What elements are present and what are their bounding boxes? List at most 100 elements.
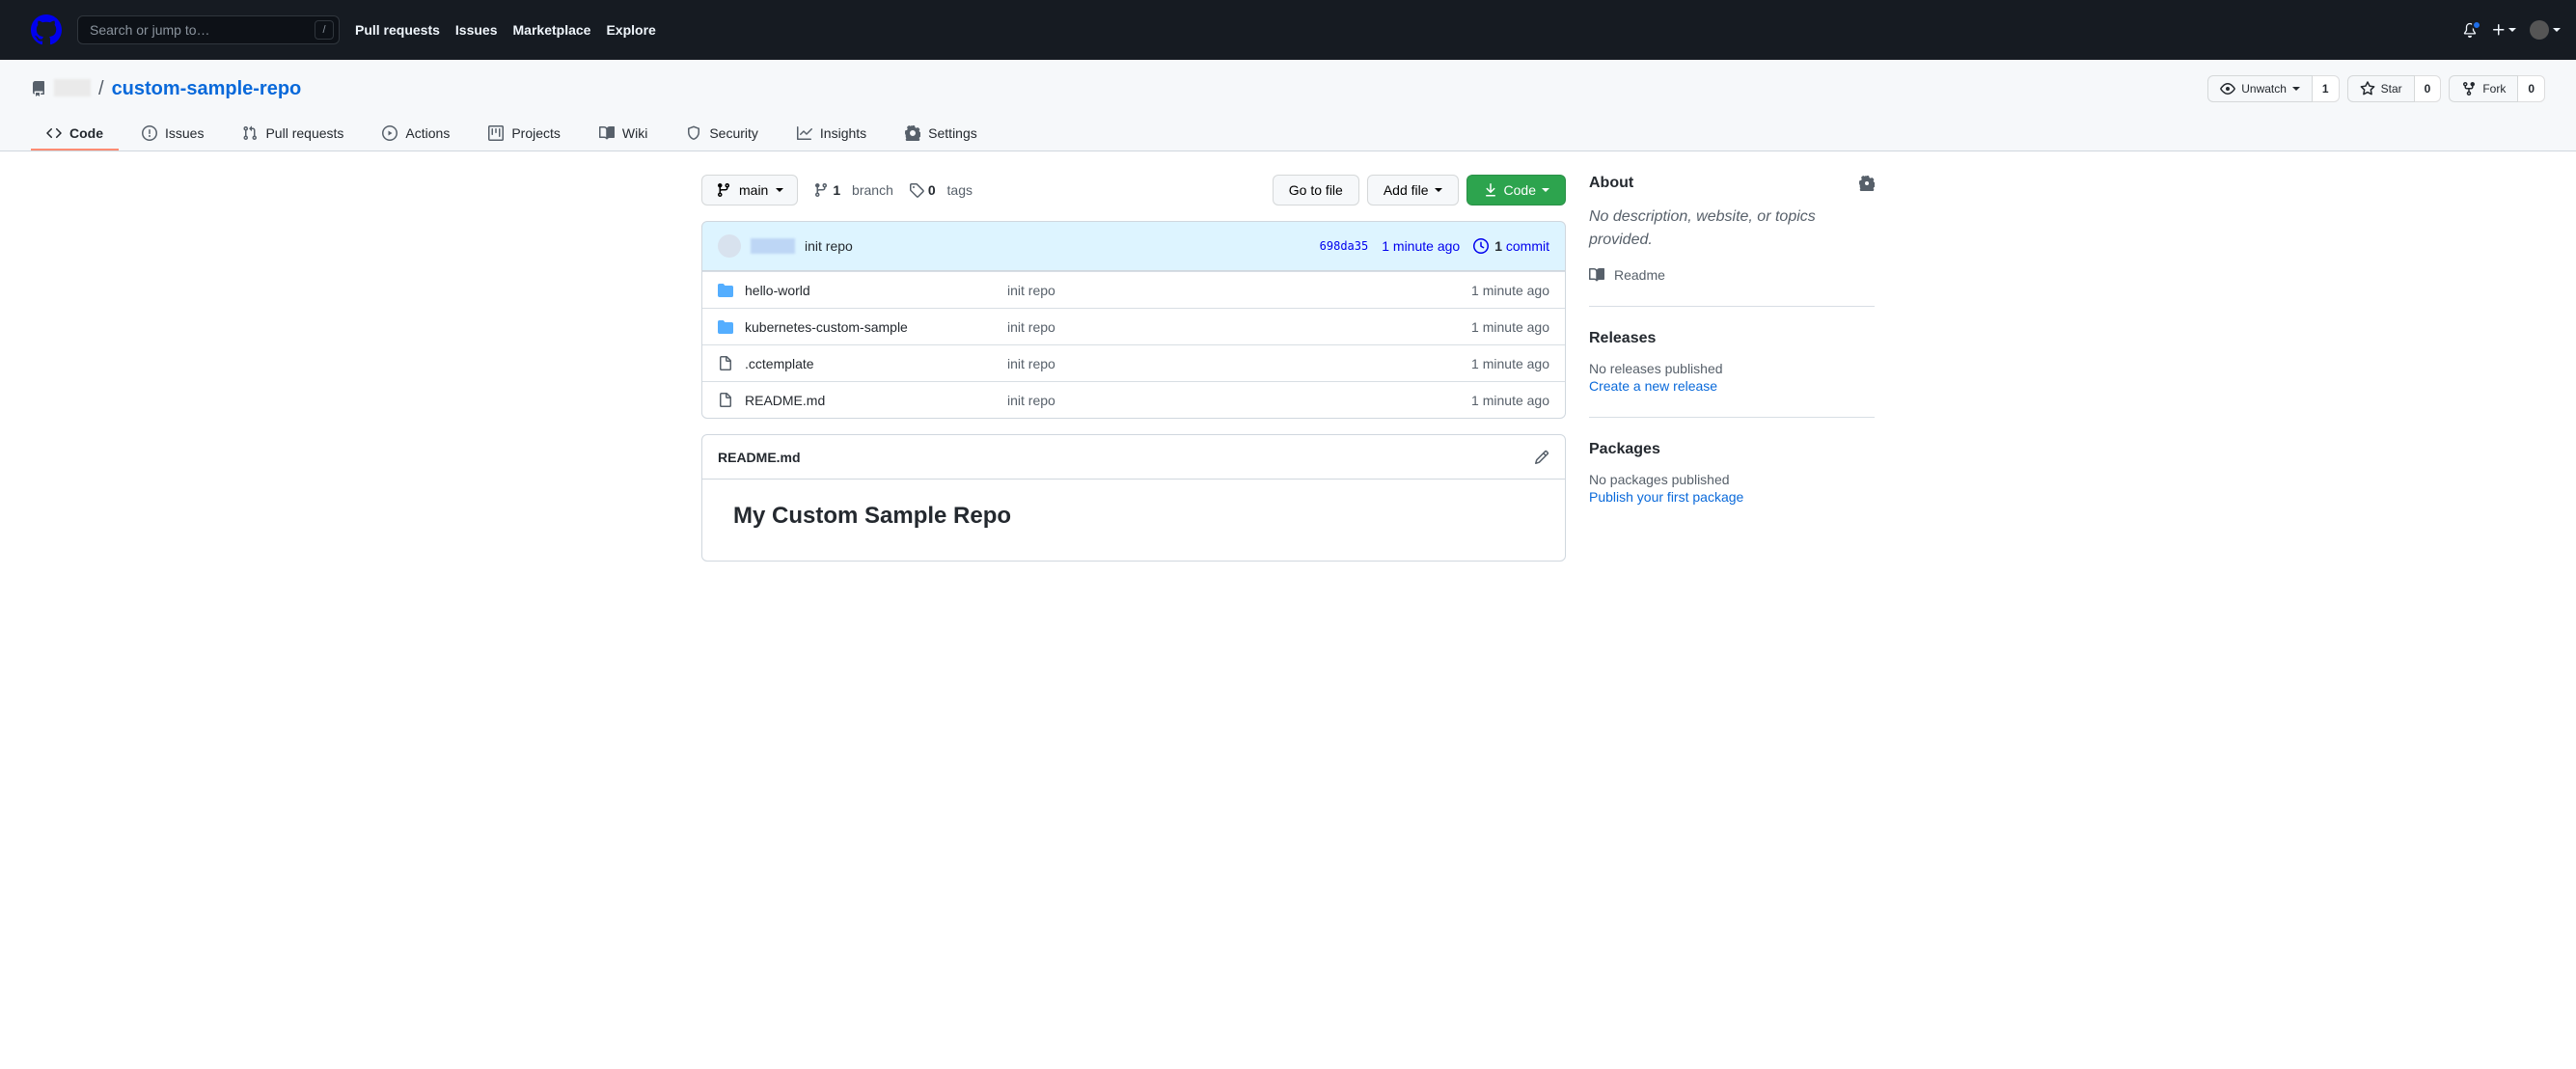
- notifications-button[interactable]: [2462, 22, 2478, 38]
- caret-down-icon: [1542, 188, 1549, 192]
- tab-projects[interactable]: Projects: [473, 118, 576, 151]
- github-logo[interactable]: [31, 14, 62, 45]
- watch-count[interactable]: 1: [2313, 75, 2340, 102]
- main-column: main 1 branch 0 tags Go to file Add file…: [701, 175, 1566, 562]
- nav-explore[interactable]: Explore: [606, 22, 655, 38]
- readme-header: README.md: [702, 435, 1565, 480]
- repo-name-link[interactable]: custom-sample-repo: [112, 78, 302, 100]
- unwatch-label: Unwatch: [2241, 82, 2287, 96]
- tab-insights-label: Insights: [820, 125, 866, 141]
- readme-box: README.md My Custom Sample Repo: [701, 434, 1566, 562]
- file-link[interactable]: README.md: [745, 393, 825, 408]
- file-commit-message[interactable]: init repo: [1007, 393, 1395, 408]
- commits-count-label: commit: [1506, 238, 1549, 254]
- publish-package-link[interactable]: Publish your first package: [1589, 489, 1743, 505]
- packages-empty-text: No packages published: [1589, 472, 1875, 487]
- file-commit-message[interactable]: init repo: [1007, 356, 1395, 371]
- tab-settings[interactable]: Settings: [890, 118, 993, 151]
- tab-projects-label: Projects: [511, 125, 561, 141]
- star-count[interactable]: 0: [2415, 75, 2442, 102]
- about-heading: About: [1589, 175, 1875, 192]
- create-release-link[interactable]: Create a new release: [1589, 378, 1717, 394]
- tab-security[interactable]: Security: [671, 118, 774, 151]
- star-label: Star: [2381, 82, 2402, 96]
- tab-issues-label: Issues: [165, 125, 204, 141]
- tab-actions-label: Actions: [405, 125, 450, 141]
- file-icon: [718, 356, 733, 371]
- releases-section: Releases No releases published Create a …: [1589, 330, 1875, 418]
- path-separator: /: [98, 78, 104, 100]
- repo-header: / custom-sample-repo Unwatch 1 Star 0: [0, 60, 2576, 151]
- commit-sha[interactable]: 698da35: [1320, 239, 1369, 253]
- tab-pull-requests[interactable]: Pull requests: [227, 118, 359, 151]
- tags-link[interactable]: 0 tags: [909, 182, 973, 198]
- releases-empty-text: No releases published: [1589, 361, 1875, 376]
- tab-actions[interactable]: Actions: [367, 118, 465, 151]
- file-link[interactable]: hello-world: [745, 283, 810, 298]
- branches-link[interactable]: 1 branch: [813, 182, 893, 198]
- commit-author-avatar[interactable]: [718, 234, 741, 258]
- file-link[interactable]: .cctemplate: [745, 356, 814, 371]
- releases-heading: Releases: [1589, 330, 1875, 347]
- repo-nav: Code Issues Pull requests Actions Projec…: [31, 118, 2545, 151]
- commits-count-link[interactable]: 1 commit: [1473, 238, 1549, 254]
- code-download-button[interactable]: Code: [1466, 175, 1566, 206]
- file-link[interactable]: kubernetes-custom-sample: [745, 319, 908, 335]
- tab-wiki[interactable]: Wiki: [584, 118, 663, 151]
- file-name-cell: README.md: [718, 393, 1007, 408]
- branch-name: main: [739, 182, 768, 198]
- nav-marketplace[interactable]: Marketplace: [513, 22, 591, 38]
- create-new-menu[interactable]: [2491, 22, 2516, 38]
- nav-pull-requests[interactable]: Pull requests: [355, 22, 440, 38]
- commit-time[interactable]: 1 minute ago: [1382, 238, 1460, 254]
- tab-settings-label: Settings: [928, 125, 977, 141]
- branch-select-button[interactable]: main: [701, 175, 798, 206]
- file-time: 1 minute ago: [1395, 356, 1549, 371]
- readme-filename: README.md: [718, 450, 801, 465]
- caret-down-icon: [776, 188, 783, 192]
- global-nav: Pull requests Issues Marketplace Explore: [355, 22, 656, 38]
- star-button[interactable]: Star: [2347, 75, 2415, 102]
- about-settings-button[interactable]: [1859, 175, 1875, 192]
- folder-icon: [718, 283, 733, 298]
- readme-edit-button[interactable]: [1534, 450, 1549, 465]
- nav-issues[interactable]: Issues: [455, 22, 498, 38]
- packages-heading: Packages: [1589, 441, 1875, 458]
- file-commit-message[interactable]: init repo: [1007, 319, 1395, 335]
- tab-insights[interactable]: Insights: [781, 118, 882, 151]
- owner-link[interactable]: [54, 79, 91, 99]
- tags-count: 0: [928, 182, 936, 198]
- add-file-button[interactable]: Add file: [1367, 175, 1459, 206]
- file-row: README.mdinit repo1 minute ago: [702, 381, 1565, 418]
- about-section: About No description, website, or topics…: [1589, 175, 1875, 307]
- folder-icon: [718, 319, 733, 335]
- caret-down-icon: [2553, 28, 2561, 32]
- file-commit-message[interactable]: init repo: [1007, 283, 1395, 298]
- readme-heading: My Custom Sample Repo: [733, 503, 1534, 530]
- file-actions: Go to file Add file Code: [1273, 175, 1566, 206]
- commit-author-link[interactable]: [751, 238, 795, 254]
- tab-pr-label: Pull requests: [265, 125, 343, 141]
- unwatch-button[interactable]: Unwatch: [2207, 75, 2313, 102]
- tab-issues[interactable]: Issues: [126, 118, 219, 151]
- file-name-cell: .cctemplate: [718, 356, 1007, 371]
- latest-commit-message[interactable]: init repo: [805, 238, 853, 254]
- file-table: hello-worldinit repo1 minute agokubernet…: [701, 271, 1566, 419]
- fork-label: Fork: [2482, 82, 2506, 96]
- branches-label: branch: [852, 182, 893, 198]
- fork-button[interactable]: Fork: [2449, 75, 2518, 102]
- packages-section: Packages No packages published Publish y…: [1589, 441, 1875, 528]
- tags-label: tags: [947, 182, 973, 198]
- user-menu[interactable]: [2530, 20, 2561, 40]
- tab-code[interactable]: Code: [31, 118, 119, 151]
- repo-title-row: / custom-sample-repo Unwatch 1 Star 0: [31, 75, 2545, 102]
- fork-count[interactable]: 0: [2518, 75, 2545, 102]
- search-input[interactable]: [77, 15, 340, 44]
- file-name-cell: kubernetes-custom-sample: [718, 319, 1007, 335]
- about-description: No description, website, or topics provi…: [1589, 206, 1875, 252]
- readme-sidebar-link[interactable]: Readme: [1589, 267, 1875, 283]
- file-row: hello-worldinit repo1 minute ago: [702, 271, 1565, 308]
- file-row: .cctemplate init repo1 minute ago: [702, 344, 1565, 381]
- search-slash-hint: /: [315, 20, 334, 40]
- go-to-file-button[interactable]: Go to file: [1273, 175, 1359, 206]
